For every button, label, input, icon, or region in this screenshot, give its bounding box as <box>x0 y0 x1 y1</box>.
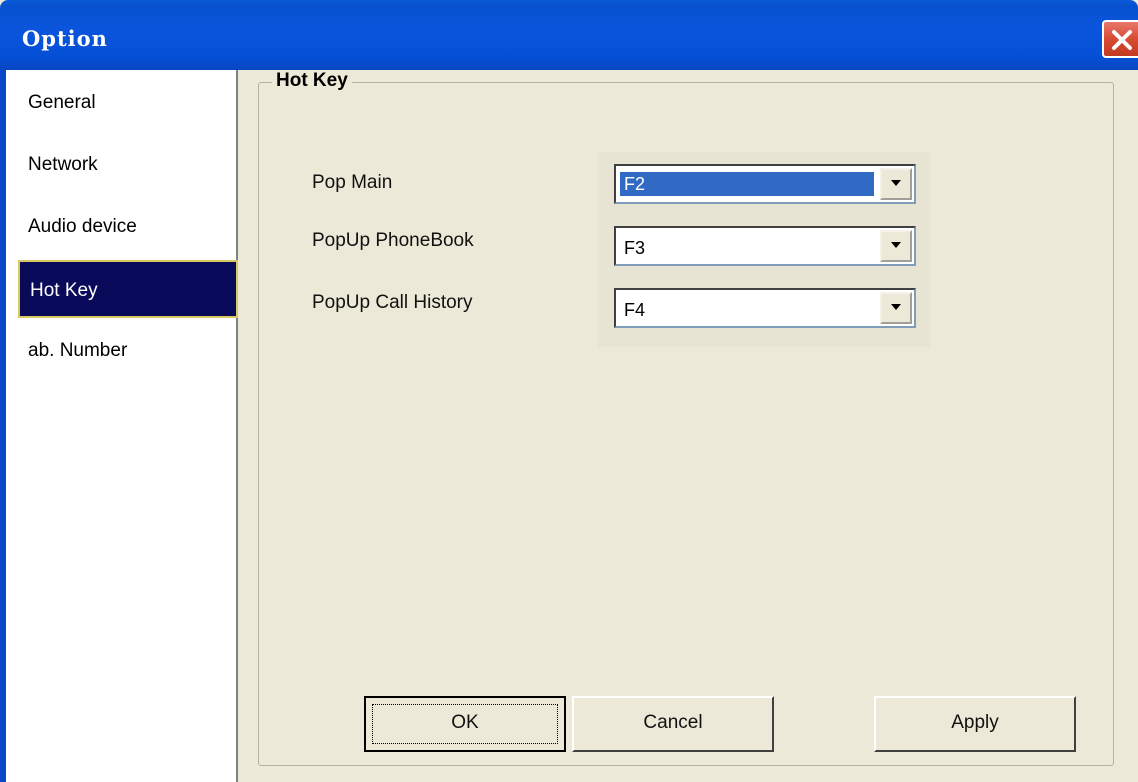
popup-call-history-dropdown-button[interactable] <box>880 292 912 324</box>
hotkey-group-title: Hot Key <box>272 70 352 92</box>
close-icon <box>1112 30 1132 50</box>
popup-phonebook-label: PopUp PhoneBook <box>312 230 474 251</box>
pop-main-dropdown-button[interactable] <box>880 168 912 200</box>
popup-phonebook-select[interactable]: F3 <box>614 226 916 266</box>
popup-call-history-select[interactable]: F4 <box>614 288 916 328</box>
sidebar-item-audio-device[interactable]: Audio device <box>18 198 232 256</box>
close-button[interactable] <box>1102 20 1138 58</box>
pop-main-select[interactable]: F2 <box>614 164 916 204</box>
title-bar[interactable]: Option <box>0 0 1138 70</box>
window-title: Option <box>22 26 108 51</box>
sidebar: General Network Audio device Hot Key ab.… <box>6 70 238 782</box>
pop-main-value: F2 <box>620 172 874 196</box>
apply-button[interactable]: Apply <box>874 696 1076 752</box>
cancel-label: Cancel <box>643 712 703 733</box>
chevron-down-icon <box>891 304 901 310</box>
popup-call-history-value: F4 <box>624 300 646 320</box>
focus-outline <box>372 704 558 744</box>
cancel-button[interactable]: Cancel <box>572 696 774 752</box>
sidebar-item-general[interactable]: General <box>18 74 232 132</box>
popup-phonebook-dropdown-button[interactable] <box>880 230 912 262</box>
sidebar-item-hot-key[interactable]: Hot Key <box>18 260 238 318</box>
pop-main-label: Pop Main <box>312 172 393 193</box>
chevron-down-icon <box>891 242 901 248</box>
popup-call-history-label: PopUp Call History <box>312 292 473 313</box>
apply-label: Apply <box>951 712 999 733</box>
popup-phonebook-value: F3 <box>624 238 646 258</box>
sidebar-item-network[interactable]: Network <box>18 136 232 194</box>
sidebar-item-ab-number[interactable]: ab. Number <box>18 322 232 380</box>
chevron-down-icon <box>891 180 901 186</box>
ok-button[interactable]: OK <box>364 696 566 752</box>
